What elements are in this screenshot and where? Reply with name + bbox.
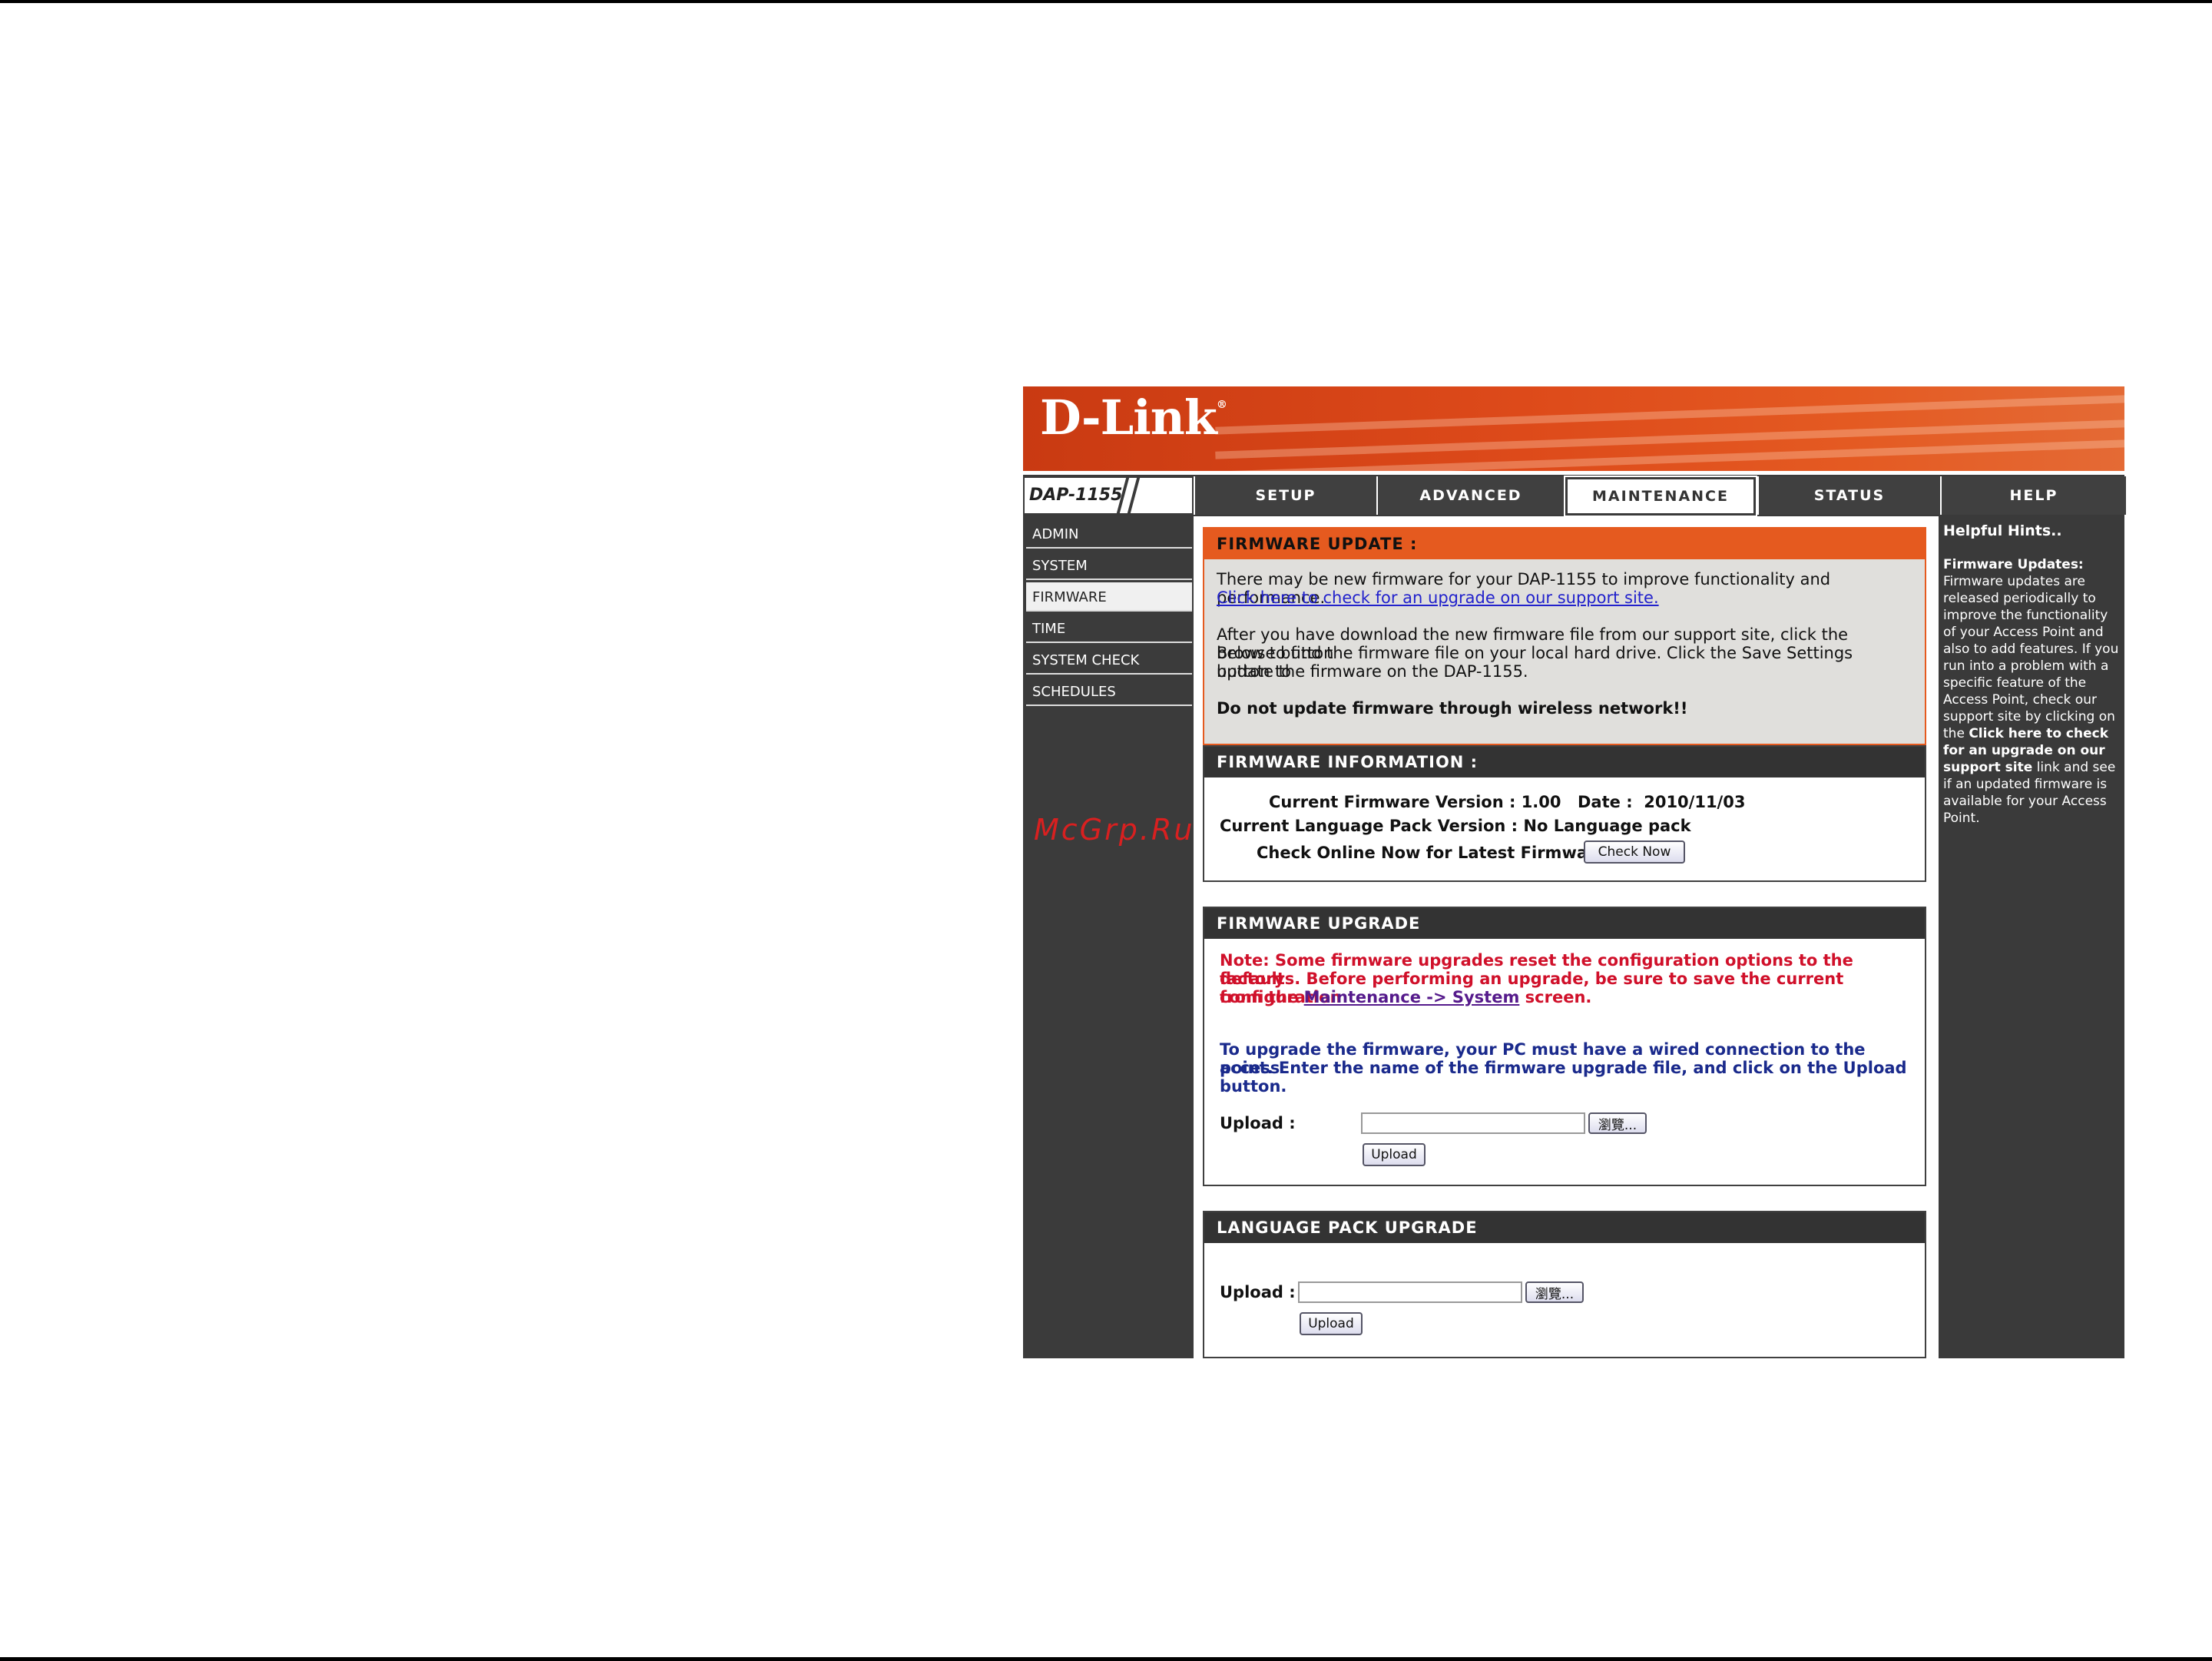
help-title: Helpful Hints.. [1943,522,2062,539]
help-sidebar: Helpful Hints.. Firmware Updates: Firmwa… [1939,516,2124,1358]
top-nav: DAP-1155 SETUP ADVANCED MAINTENANCE STAT… [1023,475,2126,517]
tab-help[interactable]: HELP [1940,476,2126,515]
wireless-warning: Do not update firmware through wireless … [1217,699,1688,718]
sidebar: ADMIN SYSTEM FIRMWARE TIME SYSTEM CHECK … [1023,516,1194,1358]
langpack-upload-button[interactable]: Upload [1300,1312,1363,1335]
help-body: Firmware Updates: Firmware updates are r… [1943,556,2121,827]
sidebar-item-admin[interactable]: ADMIN [1026,519,1192,549]
sidebar-item-time[interactable]: TIME [1026,614,1192,643]
firmware-info-header: FIRMWARE INFORMATION : [1204,747,1925,777]
firmware-browse-button[interactable]: 瀏覽... [1588,1112,1647,1134]
firmware-date-row: Date : 2010/11/03 [1578,793,1746,811]
maintenance-system-link[interactable]: Maintenance -> System [1304,988,1520,1006]
langpack-browse-button[interactable]: 瀏覽... [1525,1281,1584,1303]
firmware-upgrade-panel: FIRMWARE UPGRADE Note: Some firmware upg… [1203,907,1926,1186]
help-text: Firmware updates are released periodical… [1943,574,2119,741]
language-pack-row: Current Language Pack Version : No Langu… [1220,817,1691,835]
langpack-file-input[interactable] [1298,1281,1522,1303]
check-now-button[interactable]: Check Now [1584,840,1685,864]
brand-banner: D-Link® [1023,386,2124,471]
firmware-info-panel: FIRMWARE INFORMATION : Current Firmware … [1203,745,1926,882]
tab-status[interactable]: STATUS [1757,476,1940,515]
support-site-link[interactable]: Click here to check for an upgrade on ou… [1217,588,1908,607]
check-online-label: Check Online Now for Latest Firmware : [1257,844,1619,862]
firmware-version-value: 1.00 [1521,793,1561,811]
sidebar-item-system[interactable]: SYSTEM [1026,551,1192,580]
upgrade-info-line: point. Enter the name of the firmware up… [1220,1059,1907,1096]
language-pack-header: LANGUAGE PACK UPGRADE [1204,1212,1925,1243]
dlink-logo: D-Link® [1040,390,1227,446]
watermark-text: McGrp.Ru [1034,813,1195,847]
firmware-version-row: Current Firmware Version : 1.00 [1269,793,1561,811]
sidebar-item-firmware[interactable]: FIRMWARE [1026,582,1192,612]
page-bottom-rule [0,1657,2212,1661]
page-top-rule [0,0,2212,3]
tab-advanced[interactable]: ADVANCED [1376,476,1564,515]
tab-maintenance[interactable]: MAINTENANCE [1564,476,1757,517]
sidebar-item-schedules[interactable]: SCHEDULES [1026,677,1192,706]
slash-decoration [1127,478,1141,513]
language-pack-panel: LANGUAGE PACK UPGRADE Upload : 瀏覽... Upl… [1203,1211,1926,1358]
model-badge: DAP-1155 [1025,478,1192,513]
firmware-upgrade-header: FIRMWARE UPGRADE [1204,908,1925,939]
tab-setup[interactable]: SETUP [1194,476,1376,515]
sidebar-item-system-check[interactable]: SYSTEM CHECK [1026,645,1192,675]
firmware-update-header: FIRMWARE UPDATE : [1204,529,1925,559]
upgrade-note-line: from the Maintenance -> System screen. [1220,988,1592,1006]
langpack-upload-label: Upload : [1220,1283,1296,1301]
firmware-date-value: 2010/11/03 [1644,793,1746,811]
model-name: DAP-1155 [1029,486,1123,505]
firmware-file-input[interactable] [1361,1112,1585,1134]
language-pack-value: No Language pack [1523,817,1691,835]
firmware-upload-label: Upload : [1220,1114,1296,1132]
router-admin-page: D-Link® DAP-1155 SETUP ADVANCED MAINTENA… [1023,386,2190,1358]
firmware-update-panel: FIRMWARE UPDATE : There may be new firmw… [1203,527,1926,745]
help-heading: Firmware Updates: [1943,557,2084,572]
instructions-line: update the firmware on the DAP-1155. [1217,662,1528,681]
firmware-upload-button[interactable]: Upload [1363,1143,1426,1166]
